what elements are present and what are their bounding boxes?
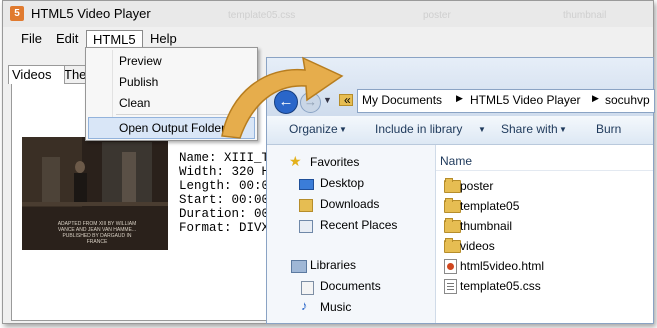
file-name: videos [460, 239, 495, 253]
background-filename: thumbnail [563, 10, 607, 21]
libraries-icon [291, 260, 307, 273]
navigation-pane: ★ Favorites Desktop Downloads Recent Pla… [267, 145, 436, 323]
menu-item-preview[interactable]: Preview [119, 54, 162, 68]
include-in-library-button[interactable]: Include in library [375, 122, 462, 136]
file-name: html5video.html [460, 259, 545, 273]
browser-badge-icon [447, 263, 454, 270]
list-item[interactable]: html5video.html [436, 257, 653, 275]
header-divider [436, 170, 653, 171]
nav-documents[interactable]: Documents [320, 279, 381, 293]
list-item[interactable]: template05 [436, 197, 653, 215]
menu-help[interactable]: Help [144, 30, 183, 48]
menu-file[interactable]: File [15, 30, 48, 48]
nav-favorites[interactable]: Favorites [310, 155, 359, 169]
breadcrumb-separator-icon[interactable]: ▶ [592, 93, 599, 104]
text-lines-icon [447, 283, 454, 284]
breadcrumb-separator-icon[interactable]: ▶ [456, 93, 463, 104]
list-item[interactable]: thumbnail [436, 217, 653, 235]
tab-videos[interactable]: Videos [8, 65, 65, 84]
app-icon: 5 [10, 6, 24, 21]
documents-icon [301, 281, 314, 295]
file-name: template05 [460, 199, 520, 213]
file-list: Name poster template05 thumbnail videos … [436, 145, 653, 323]
css-file-icon [444, 279, 457, 294]
html-file-icon [444, 259, 457, 274]
video-length: Length: 00:03 [179, 179, 277, 193]
column-header-name[interactable]: Name [440, 154, 472, 168]
thumbnail-caption: ADAPTED FROM XIII BY WILLIAM VANCE AND J… [57, 221, 137, 245]
list-item[interactable]: videos [436, 237, 653, 255]
address-bar[interactable]: « My Documents ▶ HTML5 Video Player ▶ so… [344, 89, 655, 113]
nav-recent-places[interactable]: Recent Places [320, 218, 397, 232]
breadcrumb-html5-video-player[interactable]: HTML5 Video Player [470, 93, 581, 107]
list-item[interactable]: template05.css [436, 277, 653, 295]
video-width: Width: 320 He [179, 165, 277, 179]
folder-icon [444, 218, 461, 233]
breadcrumb-current-folder[interactable]: socuhvp [605, 93, 650, 107]
list-item[interactable]: poster [436, 177, 653, 195]
file-name: template05.css [460, 279, 541, 293]
share-with-button[interactable]: Share with [501, 122, 558, 136]
burn-button[interactable]: Burn [596, 122, 621, 136]
file-name: poster [460, 179, 494, 193]
file-name: thumbnail [460, 219, 513, 233]
breadcrumb-my-documents[interactable]: My Documents [362, 93, 442, 107]
folder-icon [444, 198, 461, 213]
desktop-icon [299, 179, 314, 190]
recent-places-icon [299, 220, 313, 233]
title-bar: 5 HTML5 Video Player template05.css post… [3, 1, 653, 27]
curved-arrow-icon [221, 56, 344, 139]
menu-edit[interactable]: Edit [50, 30, 84, 48]
music-icon: ♪ [301, 298, 308, 313]
nav-libraries[interactable]: Libraries [310, 258, 356, 272]
nav-downloads[interactable]: Downloads [320, 197, 379, 211]
chevron-down-icon[interactable]: ▼ [478, 125, 486, 134]
video-thumbnail: ADAPTED FROM XIII BY WILLIAM VANCE AND J… [22, 137, 168, 250]
star-icon: ★ [289, 153, 302, 169]
background-filename: poster [423, 10, 451, 21]
menu-item-clean[interactable]: Clean [119, 96, 150, 110]
folder-icon [444, 238, 461, 253]
chevron-down-icon[interactable]: ▼ [559, 125, 567, 134]
nav-music[interactable]: Music [320, 300, 351, 314]
menu-item-publish[interactable]: Publish [119, 75, 158, 89]
downloads-icon [299, 199, 313, 212]
window-title: HTML5 Video Player [31, 6, 151, 21]
video-format: Format: DIVX [179, 221, 270, 235]
nav-desktop[interactable]: Desktop [320, 176, 364, 190]
folder-icon [444, 178, 461, 193]
background-filename: template05.css [228, 10, 296, 21]
